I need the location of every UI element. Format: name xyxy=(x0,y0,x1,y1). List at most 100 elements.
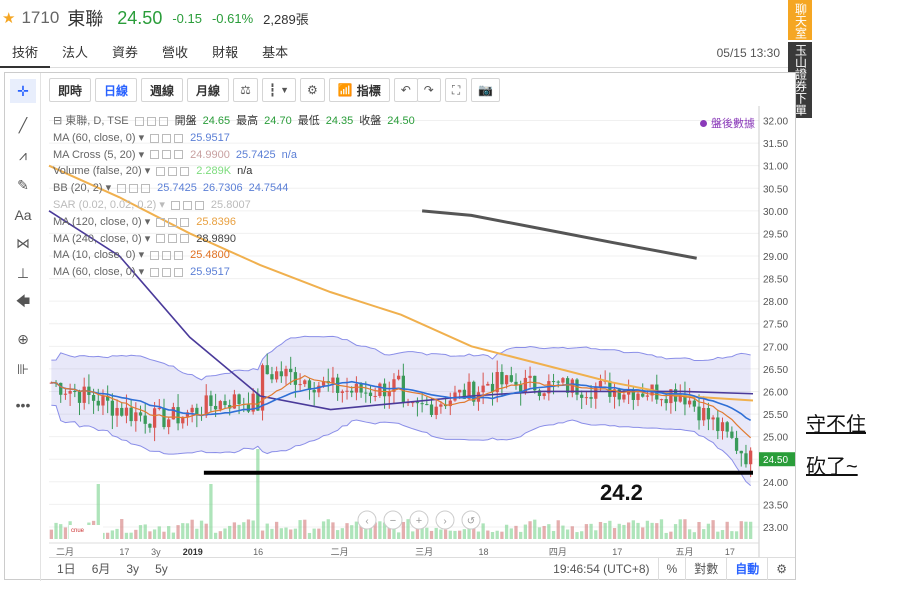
candle xyxy=(397,375,401,380)
range-1d[interactable]: 1日 xyxy=(49,560,84,577)
candle xyxy=(340,391,344,393)
chatroom-button[interactable]: 聊天室 xyxy=(788,0,812,40)
price-tick: 26.50 xyxy=(763,365,788,376)
indicator-legend: ⊟ 東聯, D, TSE 開盤 24.65 最高 24.70 最低 24.35 收盤 24.50… xyxy=(53,113,415,281)
volume-bar xyxy=(237,524,241,539)
legend-label[interactable]: MA (120, close, 0) ▾ xyxy=(53,214,150,231)
volume-bar xyxy=(528,521,532,539)
volume-bar xyxy=(270,528,274,539)
legend-controls[interactable] xyxy=(156,234,190,244)
legend-value: 25.8007 xyxy=(210,198,251,211)
legend-controls[interactable] xyxy=(156,217,190,227)
legend-label[interactable]: MA (60, close, 0) ▾ xyxy=(53,130,144,147)
volume-bar xyxy=(289,529,293,539)
legend-controls[interactable] xyxy=(150,251,184,261)
price-tick: 25.00 xyxy=(763,433,788,444)
candle xyxy=(223,401,227,406)
tab-financials[interactable]: 財報 xyxy=(200,38,250,68)
chart-settings-icon[interactable]: ⚙ xyxy=(768,562,795,576)
time-tick: 16 xyxy=(253,547,263,557)
range-5y[interactable]: 5y xyxy=(147,562,176,576)
post-market-label[interactable]: 盤後數據 xyxy=(700,115,755,131)
price-tick: 26.00 xyxy=(763,387,788,398)
tab-technical[interactable]: 技術 xyxy=(0,38,51,68)
legend-label[interactable]: SAR (0.02, 0.02, 0.2) ▾ xyxy=(53,197,165,214)
volume-bar xyxy=(401,521,405,539)
candle xyxy=(692,400,696,407)
candle xyxy=(542,393,546,397)
time-tick: 18 xyxy=(478,547,488,557)
app-root: ★ 1710 東聯 24.50 -0.15 -0.61% 2,289張 技術 法… xyxy=(0,0,900,600)
tab-margin[interactable]: 資券 xyxy=(100,38,150,68)
legend-row: MA Cross (5, 20) ▾ 24.9900 25.7425 n/a xyxy=(53,147,415,164)
candle xyxy=(415,402,420,404)
candle xyxy=(584,397,589,399)
candle xyxy=(598,380,603,388)
percent-toggle[interactable]: % xyxy=(659,562,686,576)
volume-bar xyxy=(129,532,133,539)
volume-bar xyxy=(303,519,307,539)
range-3y[interactable]: 3y xyxy=(118,562,147,576)
range-6m[interactable]: 6月 xyxy=(84,560,119,577)
ohlc-key: 開盤 xyxy=(174,115,197,127)
volume-bar xyxy=(476,531,481,539)
price-tick: 29.00 xyxy=(763,252,788,263)
candle xyxy=(382,383,387,397)
candle xyxy=(589,397,593,399)
legend-value: 2.289K xyxy=(196,165,232,178)
candle xyxy=(739,450,743,454)
legend-label[interactable]: MA (10, close, 0) ▾ xyxy=(53,247,144,264)
candle xyxy=(91,394,96,401)
candle xyxy=(96,400,100,406)
price-tick: 29.50 xyxy=(763,229,788,240)
price-tick: 25.50 xyxy=(763,410,788,421)
legend-label[interactable]: BB (20, 2) ▾ xyxy=(53,180,111,197)
legend-row: MA (120, close, 0) ▾ 25.8396 xyxy=(53,214,415,231)
volume-bar xyxy=(345,523,349,539)
legend-controls[interactable] xyxy=(150,268,184,278)
legend-controls[interactable] xyxy=(150,150,184,160)
volume-bar xyxy=(106,532,110,539)
volume-bar xyxy=(645,520,650,539)
log-toggle[interactable]: 對數 xyxy=(686,560,726,577)
volume-bar xyxy=(603,523,607,539)
candle xyxy=(514,381,518,385)
legend-controls[interactable] xyxy=(156,167,190,177)
legend-controls[interactable] xyxy=(170,200,205,210)
legend-controls[interactable] xyxy=(117,184,151,194)
legend-label[interactable]: Volume (false, 20) ▾ xyxy=(53,163,150,180)
candle xyxy=(204,395,208,416)
legend-controls[interactable] xyxy=(150,133,184,143)
volume-bar xyxy=(181,523,185,539)
legend-value: n/a xyxy=(281,148,297,161)
volume-bar xyxy=(542,525,546,539)
auto-toggle[interactable]: 自動 xyxy=(727,560,767,577)
candle xyxy=(176,407,180,424)
price-tick: 31.00 xyxy=(763,162,788,173)
reset-icon: ↺ xyxy=(467,516,475,527)
tab-basic[interactable]: 基本 xyxy=(250,38,300,68)
favorite-star-icon[interactable]: ★ xyxy=(2,9,15,27)
volume-bar xyxy=(641,527,645,539)
legend-label[interactable]: ⊟ 東聯, D, TSE xyxy=(53,113,129,130)
price-tick: 28.00 xyxy=(763,297,788,308)
candle xyxy=(744,453,748,465)
tab-institutional[interactable]: 法人 xyxy=(50,38,100,68)
volume-bar xyxy=(683,519,687,539)
volume-bar xyxy=(490,532,495,539)
candle xyxy=(63,393,68,395)
legend-controls[interactable] xyxy=(134,116,169,126)
legend-label[interactable]: MA (240, close, 0) ▾ xyxy=(53,231,150,248)
volume-bar xyxy=(274,521,279,539)
legend-label[interactable]: MA Cross (5, 20) ▾ xyxy=(53,147,144,164)
volume-bar xyxy=(739,521,743,539)
candle xyxy=(561,378,565,383)
legend-label[interactable]: MA (60, close, 0) ▾ xyxy=(53,264,144,281)
candle xyxy=(354,383,359,393)
brand-logo-icon: cnue xyxy=(71,528,85,534)
candle xyxy=(425,404,429,406)
volume-bar xyxy=(406,519,410,539)
volume-value: 2,289張 xyxy=(263,11,309,27)
legend-value: 25.7425 xyxy=(157,182,197,195)
tab-revenue[interactable]: 營收 xyxy=(150,38,200,68)
